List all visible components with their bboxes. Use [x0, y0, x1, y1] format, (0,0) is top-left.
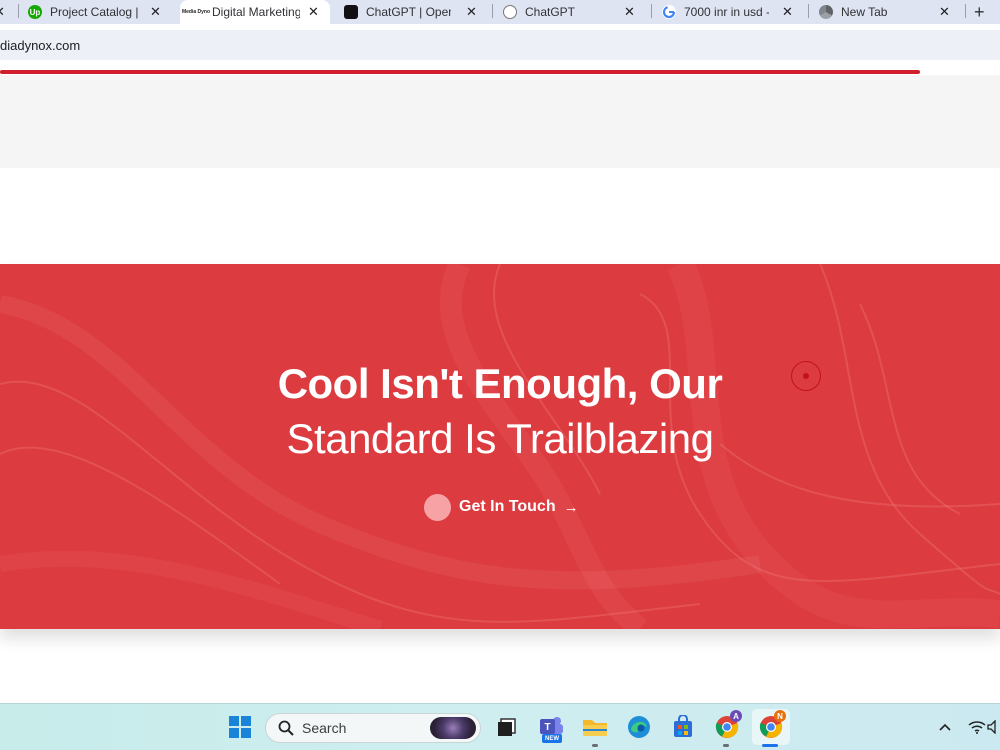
browser-toolbar: diadynox.com — [0, 24, 1000, 69]
header-band — [0, 75, 1000, 168]
chrome-icon — [819, 5, 833, 19]
store-icon — [674, 715, 692, 737]
cta-circle-icon — [424, 493, 451, 521]
cursor-dot — [803, 373, 809, 379]
edge-button[interactable] — [626, 714, 652, 740]
openai-icon — [344, 5, 358, 19]
tab-separator — [651, 4, 652, 18]
tab-title: ChatGPT — [525, 5, 576, 19]
tab-new-tab[interactable]: New Tab ✕ — [819, 0, 959, 24]
tab-title: New Tab — [841, 5, 888, 19]
tab-chatgpt-open[interactable]: ChatGPT | Open ✕ — [344, 0, 484, 24]
address-bar[interactable]: diadynox.com — [0, 30, 1000, 60]
task-view-icon — [498, 718, 516, 736]
chrome-profile-a-button[interactable]: A — [714, 710, 742, 740]
profile-badge-a: A — [730, 710, 742, 722]
page-load-progress — [0, 70, 920, 74]
svg-text:T: T — [544, 722, 550, 733]
volume-button[interactable] — [986, 714, 1000, 740]
taskbar-search[interactable]: Search — [265, 713, 481, 743]
active-indicator — [762, 744, 778, 747]
tab-chatgpt[interactable]: ChatGPT ✕ — [503, 0, 643, 24]
edge-icon — [628, 716, 650, 738]
tab-project-catalog[interactable]: Up Project Catalog | ✕ — [28, 0, 173, 24]
get-in-touch-button[interactable]: Get In Touch → — [424, 493, 579, 521]
search-icon — [278, 720, 294, 736]
chevron-up-icon — [939, 723, 951, 731]
arrow-right-icon: → — [563, 498, 579, 516]
site-icon: Media Dyno — [182, 5, 210, 19]
close-icon[interactable]: ✕ — [939, 4, 950, 20]
tab-google-search[interactable]: 7000 inr in usd - ✕ — [662, 0, 802, 24]
upwork-icon: Up — [28, 5, 42, 19]
tab-scroll-left[interactable]: ✕ — [0, 0, 14, 24]
web-page: Cool Isn't Enough, Our Standard Is Trail… — [0, 75, 1000, 703]
tab-separator — [808, 4, 809, 18]
teams-button[interactable]: T NEW — [538, 714, 564, 743]
windows-taskbar: Search T NEW A N — [0, 703, 1000, 750]
tab-separator — [965, 4, 966, 18]
hero-heading-bold: Cool Isn't Enough, Our — [277, 360, 723, 407]
close-icon[interactable]: ✕ — [150, 4, 161, 20]
search-label: Search — [302, 720, 347, 736]
task-view-button[interactable] — [494, 714, 520, 740]
teams-new-badge: NEW — [542, 734, 562, 743]
close-icon: ✕ — [0, 4, 5, 20]
tab-separator — [18, 4, 19, 18]
running-indicator — [592, 744, 598, 747]
show-hidden-icons-button[interactable] — [932, 714, 958, 740]
search-highlight-image — [430, 717, 476, 739]
file-explorer-button[interactable] — [582, 714, 608, 740]
address-url[interactable]: diadynox.com — [0, 38, 80, 53]
tab-title: Digital Marketing — [212, 5, 300, 19]
tab-title: 7000 inr in usd - — [684, 5, 769, 19]
hero-banner: Cool Isn't Enough, Our Standard Is Trail… — [0, 264, 1000, 629]
close-icon[interactable]: ✕ — [782, 4, 793, 20]
close-icon[interactable]: ✕ — [466, 4, 477, 20]
openai-icon — [503, 5, 517, 19]
plus-icon: + — [974, 1, 985, 22]
tab-strip: ✕ Up Project Catalog | ✕ Media Dyno Digi… — [0, 0, 1000, 24]
windows-logo-icon — [229, 716, 251, 738]
chrome-profile-n-button[interactable]: N — [752, 709, 790, 745]
speaker-icon — [987, 720, 996, 734]
profile-badge-n: N — [774, 710, 786, 722]
cta-label: Get In Touch — [459, 498, 556, 515]
start-button[interactable] — [227, 714, 253, 740]
running-indicator — [723, 744, 729, 747]
folder-icon — [583, 720, 607, 736]
store-button[interactable] — [670, 714, 696, 740]
new-tab-button[interactable]: + — [974, 0, 998, 24]
tab-title: ChatGPT | Open — [366, 5, 451, 19]
screen: ✕ Up Project Catalog | ✕ Media Dyno Digi… — [0, 0, 1000, 750]
close-icon[interactable]: ✕ — [624, 4, 635, 20]
custom-cursor-icon — [791, 361, 821, 391]
hero-heading-light: Standard Is Trailblazing — [286, 415, 714, 462]
close-icon[interactable]: ✕ — [308, 4, 319, 20]
tab-title: Project Catalog | — [50, 5, 138, 19]
tab-digital-marketing[interactable]: Media Dyno Digital Marketing ✕ — [180, 0, 330, 24]
wifi-icon — [968, 721, 986, 734]
tab-separator — [492, 4, 493, 18]
google-icon — [662, 5, 676, 19]
